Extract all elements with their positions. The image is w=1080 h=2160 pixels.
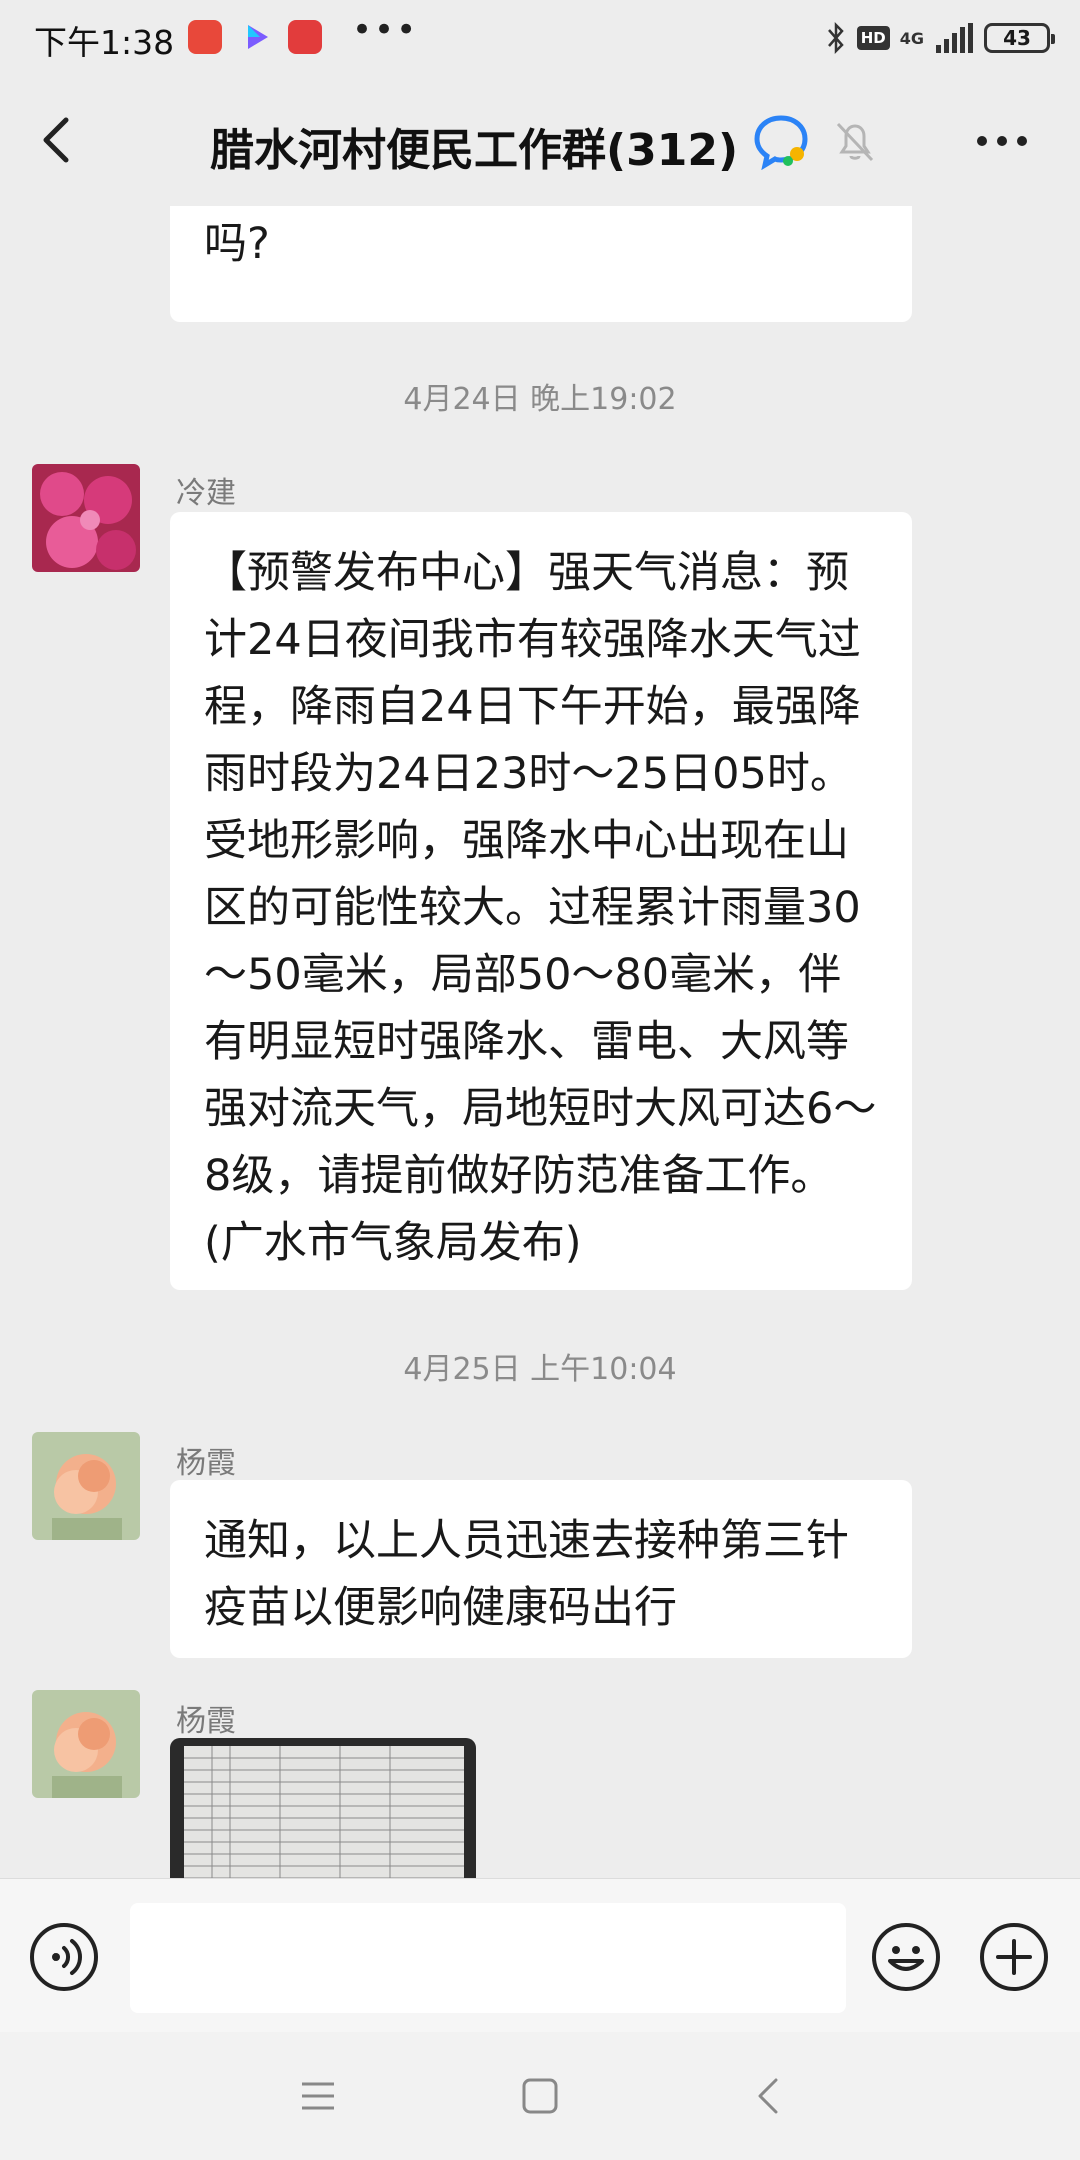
- back-arrow-icon[interactable]: [30, 110, 90, 170]
- chat-header: 腊水河村便民工作群(312): [0, 76, 1080, 206]
- signal-icon: [936, 23, 973, 53]
- message-text: 上海回广东现在是什么政策，能回吗?: [204, 219, 270, 269]
- sender-name: 杨霞: [176, 1446, 236, 1481]
- message-timestamp: 4月24日 晚上19:02: [403, 382, 677, 417]
- emoji-icon[interactable]: [870, 1921, 942, 1993]
- voice-icon[interactable]: [28, 1921, 100, 1993]
- home-nav-icon[interactable]: [518, 2074, 562, 2118]
- chat-bubble-icon[interactable]: [752, 112, 810, 170]
- video-app-icon: [248, 25, 268, 49]
- system-nav-bar: [0, 2032, 1080, 2160]
- avatar[interactable]: [32, 1432, 140, 1540]
- message-input[interactable]: [130, 1903, 846, 2013]
- hd-badge: HD: [856, 26, 890, 50]
- image-message-thumbnail[interactable]: [170, 1738, 476, 1878]
- network-label: 4G: [899, 28, 924, 48]
- battery-icon: 43: [984, 23, 1055, 53]
- app-notification-icon: [188, 20, 222, 54]
- message-bubble[interactable]: 上海回广东现在是什么政策，能回吗?: [170, 206, 912, 322]
- message-timestamp: 4月25日 上午10:04: [403, 1352, 677, 1387]
- plus-icon[interactable]: [978, 1921, 1050, 1993]
- menu-nav-icon[interactable]: [296, 2074, 340, 2118]
- flower-avatar-icon: [32, 464, 140, 572]
- sender-name: 冷建: [176, 476, 236, 511]
- shopping-app-icon: [288, 20, 322, 54]
- status-bar: 下午1:38 ••• HD 4G 43: [0, 0, 1080, 76]
- bluetooth-icon: [827, 21, 844, 55]
- status-right-group: HD 4G 43: [825, 18, 1055, 58]
- rose-avatar-icon: [32, 1690, 140, 1798]
- back-nav-icon[interactable]: [748, 2074, 792, 2118]
- message-bubble[interactable]: 通知，以上人员迅速去接种第三针疫苗以便影响健康码出行: [170, 1480, 912, 1658]
- message-bubble[interactable]: 【预警发布中心】强天气消息：预计24日夜间我市有较强降水天气过程，降雨自24日下…: [170, 512, 912, 1290]
- input-bar: [0, 1878, 1080, 2033]
- more-notifications-icon: •••: [352, 10, 419, 50]
- battery-level: 43: [1003, 26, 1031, 50]
- more-dots-icon[interactable]: [972, 116, 1032, 166]
- sender-name: 杨霞: [176, 1704, 236, 1739]
- bell-muted-icon: [836, 122, 874, 162]
- rose-avatar-icon: [32, 1432, 140, 1540]
- message-text: 【预警发布中心】强天气消息：预计24日夜间我市有较强降水天气过程，降雨自24日下…: [204, 548, 877, 1268]
- group-title: 腊水河村便民工作群(312): [210, 125, 739, 176]
- message-text: 通知，以上人员迅速去接种第三针疫苗以便影响健康码出行: [204, 1516, 849, 1633]
- table-photo-icon: [170, 1738, 476, 1878]
- status-time: 下午1:38: [34, 23, 175, 62]
- message-list[interactable]: 上海回广东现在是什么政策，能回吗? 4月24日 晚上19:02 冷建 【预警发布…: [0, 206, 1080, 1878]
- avatar[interactable]: [32, 1690, 140, 1798]
- avatar[interactable]: [32, 464, 140, 572]
